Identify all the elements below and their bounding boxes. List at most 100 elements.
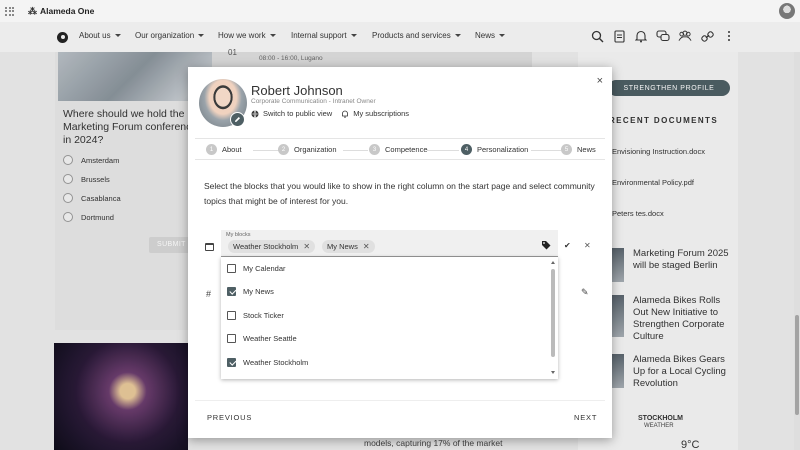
block-chip-label: My News [327, 242, 358, 251]
wizard-stepper: 1 About 2 Organization 3 Competence 4 Person… [195, 138, 605, 160]
dropdown-scrollbar-thumb[interactable] [551, 269, 555, 357]
step-label: Personalization [477, 145, 529, 154]
profile-name: Robert Johnson [251, 83, 343, 98]
hashtag-icon: # [206, 289, 212, 299]
footer-divider [195, 400, 605, 401]
brand-logo-icon: ⁂ [28, 5, 37, 16]
block-chip-label: Weather Stockholm [233, 242, 299, 251]
step-number: 1 [206, 144, 217, 155]
profile-wizard-dialog: × Robert Johnson Corporate Communication… [188, 67, 612, 438]
pencil-icon [235, 117, 240, 122]
remove-chip-icon[interactable]: ✕ [363, 242, 370, 251]
link-icon[interactable] [700, 29, 714, 43]
dropdown-option[interactable]: My News [227, 284, 274, 298]
my-blocks-field[interactable]: My blocks Weather Stockholm ✕ My News ✕ [221, 230, 558, 257]
personalization-instructions: Select the blocks that you would like to… [204, 181, 595, 206]
dropdown-option-label: Stock Ticker [243, 310, 284, 320]
people-icon[interactable] [678, 29, 692, 43]
step-label: Competence [385, 145, 428, 154]
home-logo-icon[interactable] [57, 31, 68, 43]
edit-avatar-button[interactable] [230, 112, 245, 127]
brand[interactable]: ⁂ Alameda One [28, 6, 94, 17]
chevron-down-icon [269, 34, 276, 37]
dropdown-option[interactable]: Weather Stockholm [227, 355, 308, 369]
user-avatar[interactable] [779, 3, 795, 19]
chevron-down-icon [198, 34, 205, 37]
app-launcher-icon[interactable] [5, 6, 14, 16]
switch-public-view-link[interactable]: Switch to public view [251, 109, 332, 118]
checkbox[interactable] [227, 333, 236, 343]
next-button[interactable]: NEXT [574, 413, 597, 422]
confirm-check-icon[interactable]: ✔ [564, 241, 571, 250]
chevron-down-icon [454, 34, 461, 37]
dropdown-option[interactable]: Weather Seattle [227, 331, 297, 345]
my-subscriptions-link[interactable]: My subscriptions [341, 109, 409, 118]
document-icon[interactable] [612, 29, 626, 43]
nav-item-news[interactable]: News [475, 31, 506, 40]
dropdown-option-label: My News [243, 286, 274, 296]
chevron-down-icon [499, 34, 506, 37]
checkbox[interactable] [227, 357, 236, 367]
step-connector [531, 150, 561, 151]
step-organization[interactable]: 2 Organization [278, 144, 337, 155]
nav-item-label: How we work [218, 31, 266, 40]
checkbox[interactable] [227, 286, 236, 296]
step-number: 5 [561, 144, 572, 155]
top-bar: ⁂ Alameda One [0, 0, 800, 22]
chevron-down-icon [114, 34, 121, 37]
more-icon[interactable] [722, 29, 736, 43]
nav-item-label: Products and services [372, 31, 451, 40]
cancel-x-icon[interactable]: ✕ [584, 241, 591, 250]
step-number: 4 [461, 144, 472, 155]
my-blocks-label: My blocks [226, 232, 251, 238]
dropdown-option-label: My Calendar [243, 263, 286, 273]
dropdown-option[interactable]: Stock Ticker [227, 308, 284, 322]
nav-item-internal-support[interactable]: Internal support [291, 31, 357, 40]
nav-item-how-we-work[interactable]: How we work [218, 31, 276, 40]
bell-icon [342, 110, 349, 118]
checkbox[interactable] [227, 310, 236, 320]
scroll-down-icon[interactable] [551, 371, 555, 374]
step-personalization[interactable]: 4 Personalization [461, 144, 528, 155]
block-chip: My News ✕ [322, 240, 375, 253]
edit-topics-icon[interactable]: ✎ [581, 287, 589, 298]
bell-icon[interactable] [634, 29, 648, 43]
checkbox[interactable] [227, 263, 236, 273]
dropdown-option-label: Weather Seattle [243, 333, 297, 343]
step-number: 2 [278, 144, 289, 155]
chevron-down-icon [350, 34, 357, 37]
nav-item-our-organization[interactable]: Our organization [135, 31, 205, 40]
brand-name: Alameda One [40, 6, 95, 16]
previous-button[interactable]: PREVIOUS [207, 413, 252, 422]
search-icon[interactable] [590, 29, 604, 43]
main-nav: About us Our organization How we work In… [0, 22, 800, 52]
nav-icon-group [590, 29, 736, 43]
nav-item-about-us[interactable]: About us [79, 31, 121, 40]
step-label: News [577, 145, 596, 154]
blocks-dropdown: My Calendar My News Stock Ticker Weather… [221, 257, 558, 379]
dropdown-option-label: Weather Stockholm [243, 357, 309, 367]
block-chip: Weather Stockholm ✕ [228, 240, 316, 253]
close-icon[interactable]: × [597, 75, 603, 87]
profile-role: Corporate Communication - Intranet Owner [251, 98, 376, 105]
step-connector [343, 150, 368, 151]
step-connector [427, 150, 459, 151]
chat-icon[interactable] [656, 29, 670, 43]
nav-item-label: News [475, 31, 496, 40]
step-competence[interactable]: 3 Competence [369, 144, 428, 155]
switch-public-view-label: Switch to public view [263, 109, 333, 118]
remove-chip-icon[interactable]: ✕ [303, 242, 310, 251]
profile-links: Switch to public view My subscriptions [251, 109, 409, 118]
step-about[interactable]: 1 About [206, 144, 242, 155]
step-news[interactable]: 5 News [561, 144, 596, 155]
tag-icon [542, 241, 551, 250]
scroll-up-icon[interactable] [551, 261, 555, 264]
step-label: About [222, 145, 242, 154]
step-number: 3 [369, 144, 380, 155]
nav-item-label: About us [79, 31, 111, 40]
dropdown-scrollbar[interactable] [550, 259, 556, 377]
globe-icon [251, 109, 259, 118]
blocks-icon [205, 243, 214, 251]
dropdown-option[interactable]: My Calendar [227, 261, 286, 275]
nav-item-products-and-services[interactable]: Products and services [372, 31, 461, 40]
